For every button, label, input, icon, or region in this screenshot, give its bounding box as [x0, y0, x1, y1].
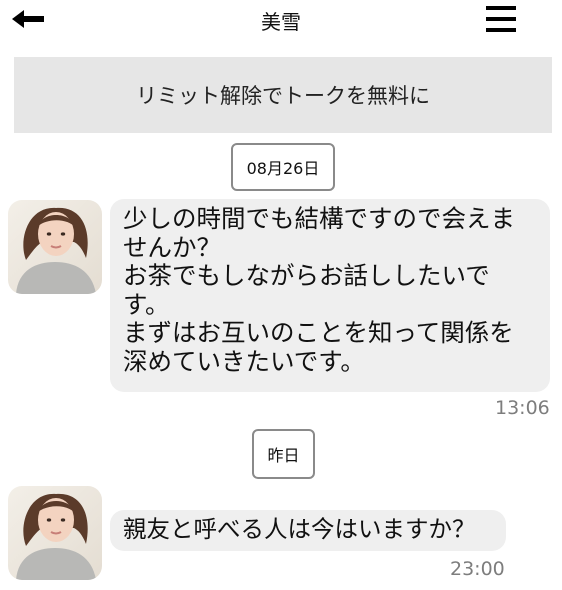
unlock-limit-banner[interactable]: リミット解除でトークを無料に	[14, 57, 552, 133]
date-separator: 08月26日	[231, 143, 335, 191]
menu-button[interactable]	[484, 6, 518, 32]
avatar[interactable]	[8, 486, 102, 580]
date-label: 08月26日	[246, 159, 320, 178]
message-line: 深めていきたいです。	[123, 346, 365, 376]
message-line: まずはお互いのことを知って関係を	[123, 318, 514, 347]
date-separator: 昨日	[252, 429, 315, 479]
avatar-photo	[8, 200, 102, 294]
message-line: せんか？	[123, 232, 221, 262]
avatar-photo	[8, 486, 102, 580]
message-timestamp: 13:06	[495, 397, 550, 419]
message-line: お茶でもしながらお話ししたいで	[123, 261, 490, 290]
message-line: す。	[123, 289, 170, 319]
message-line: 親友と呼べる人は今はいますか？	[123, 515, 476, 543]
date-label: 昨日	[267, 446, 300, 465]
message-bubble: 少しの時間でも結構ですので会えま せんか？ お茶でもしながらお話ししたいで す。…	[110, 199, 550, 392]
message-timestamp: 23:00	[450, 558, 505, 580]
chat-screen: 美雪 リミット解除でトークを無料に 08月26日 少しの時間でも結構ですので会え…	[0, 0, 562, 590]
hamburger-menu-icon	[486, 6, 516, 32]
avatar[interactable]	[8, 200, 102, 294]
message-bubble: 親友と呼べる人は今はいますか？	[110, 510, 506, 551]
header-bar: 美雪	[0, 0, 562, 42]
chat-partner-name: 美雪	[261, 10, 301, 34]
message-line: 少しの時間でも結構ですので会えま	[123, 204, 515, 233]
banner-label: リミット解除でトークを無料に	[136, 84, 430, 108]
